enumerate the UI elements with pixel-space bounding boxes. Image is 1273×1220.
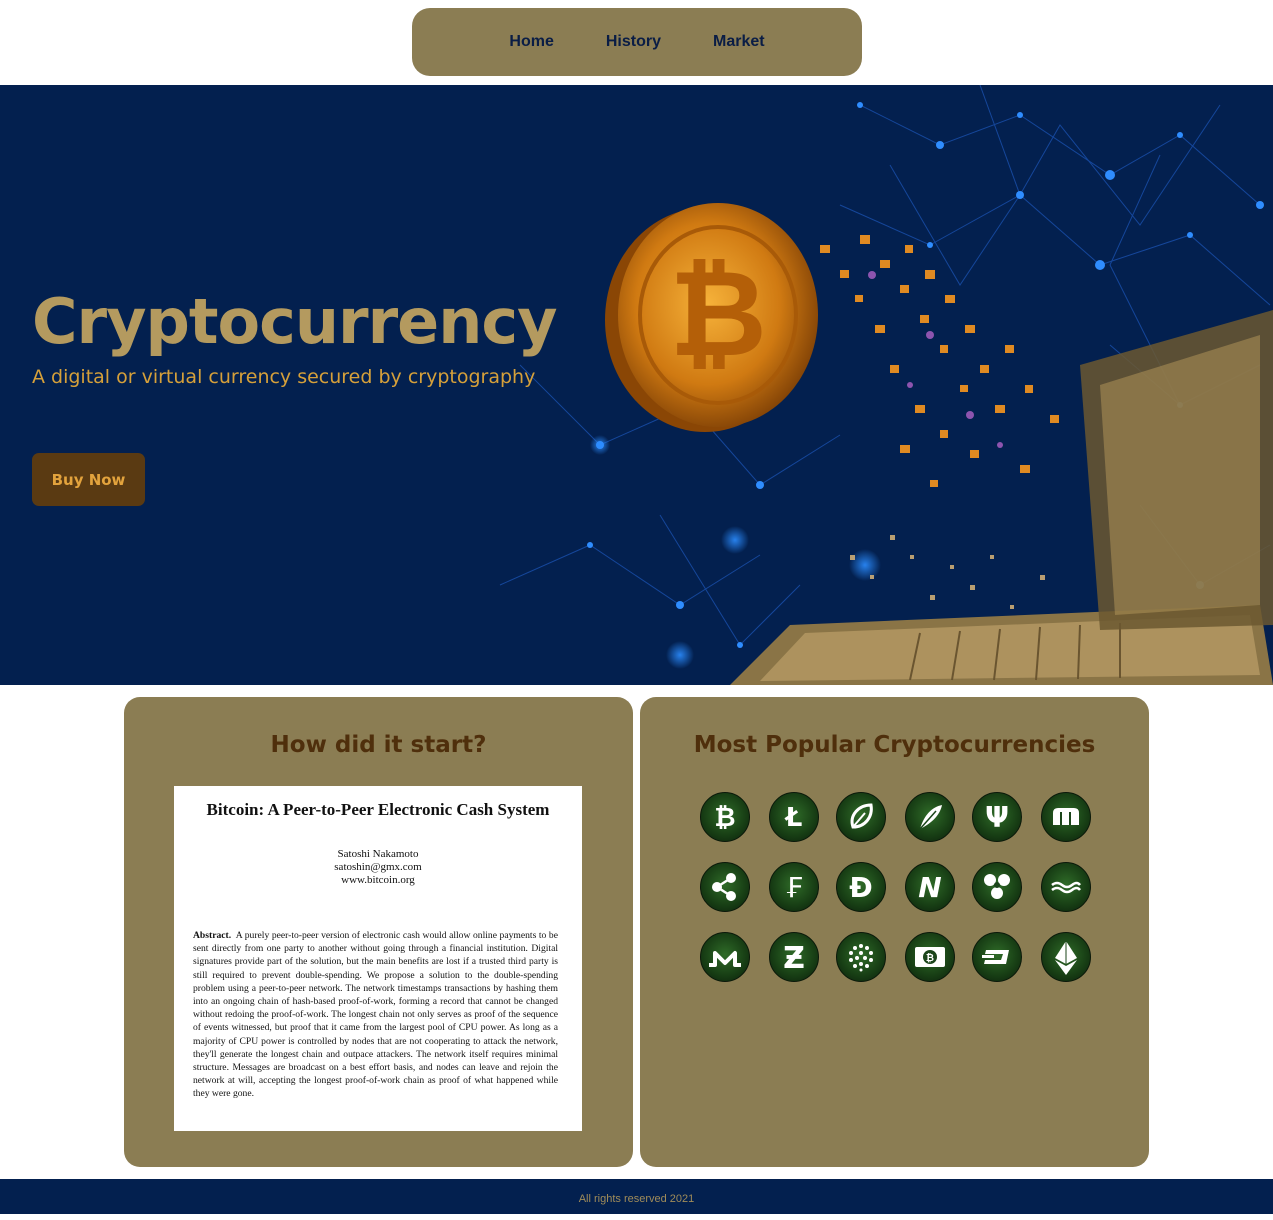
footer: All rights reserved 2021 (0, 1179, 1273, 1214)
ripple-icon[interactable] (700, 862, 750, 912)
paper-email: satoshin@gmx.com (334, 861, 422, 873)
svg-text:Ƶ: Ƶ (783, 941, 805, 976)
hero-title: Cryptocurrency (32, 285, 558, 358)
paper-author-block: Satoshi Nakamoto satoshin@gmx.com www.bi… (174, 848, 582, 887)
paper-abstract: Abstract. A purely peer-to-peer version … (193, 929, 558, 1101)
svg-text:N: N (918, 871, 941, 904)
bitcoin-laptop-illustration: ₿ (499, 85, 1273, 685)
top-nav: Home History Market (412, 8, 862, 76)
abstract-label: Abstract. (193, 930, 232, 941)
nav-market-link[interactable]: Market (713, 33, 765, 51)
svg-text:₿: ₿ (714, 803, 735, 833)
feathercoin-icon[interactable] (905, 792, 955, 842)
svg-text:Ł: Ł (784, 803, 803, 833)
nxt-icon[interactable] (1041, 862, 1091, 912)
popular-cryptocurrencies-card: Most Popular Cryptocurrencies ₿ Ł Ψ ₣ Ð … (640, 697, 1149, 1167)
svg-text:Ð: Ð (849, 871, 872, 904)
iota-icon[interactable] (836, 932, 886, 982)
ethereum-icon[interactable] (1041, 932, 1091, 982)
bitcoin-icon[interactable]: ₿ (700, 792, 750, 842)
paper-site: www.bitcoin.org (341, 874, 415, 886)
mastercoin-icon[interactable] (1041, 792, 1091, 842)
svg-text:Ψ: Ψ (985, 801, 1009, 834)
monero-icon[interactable] (700, 932, 750, 982)
bitcoin-cash-icon[interactable]: ₿ (905, 932, 955, 982)
primecoin-icon[interactable]: Ψ (972, 792, 1022, 842)
bitcoin-whitepaper-excerpt: Bitcoin: A Peer-to-Peer Electronic Cash … (174, 786, 582, 1131)
paper-title: Bitcoin: A Peer-to-Peer Electronic Cash … (206, 800, 550, 819)
dash-icon[interactable] (972, 932, 1022, 982)
nav-history-link[interactable]: History (606, 33, 661, 51)
bitcoin-coin: ₿ (605, 203, 818, 432)
svg-text:₣: ₣ (785, 871, 803, 904)
hero-subtitle: A digital or virtual currency secured by… (32, 366, 536, 388)
footer-copyright: All rights reserved 2021 (578, 1193, 695, 1205)
abstract-text: A purely peer-to-peer version of electro… (193, 930, 558, 1100)
popular-cryptocurrencies-heading: Most Popular Cryptocurrencies (693, 732, 1096, 758)
litecoin-icon[interactable]: Ł (769, 792, 819, 842)
how-did-it-start-heading: How did it start? (270, 732, 487, 758)
buy-now-button[interactable]: Buy Now (32, 453, 145, 506)
peercoin-icon[interactable] (836, 792, 886, 842)
svg-text:₿: ₿ (926, 952, 934, 964)
dogecoin-icon[interactable]: Ð (836, 862, 886, 912)
how-did-it-start-card: How did it start? Bitcoin: A Peer-to-Pee… (124, 697, 633, 1167)
namecoin-icon[interactable]: N (905, 862, 955, 912)
paper-author: Satoshi Nakamoto (337, 848, 419, 860)
rio-icon[interactable] (972, 862, 1022, 912)
svg-text:₿: ₿ (669, 245, 767, 384)
nav-home-link[interactable]: Home (509, 33, 553, 51)
zcash-icon[interactable]: Ƶ (769, 932, 819, 982)
freicoin-icon[interactable]: ₣ (769, 862, 819, 912)
hero-banner: ₿ Cryptocurrency A digital or virtual cu… (0, 85, 1273, 685)
